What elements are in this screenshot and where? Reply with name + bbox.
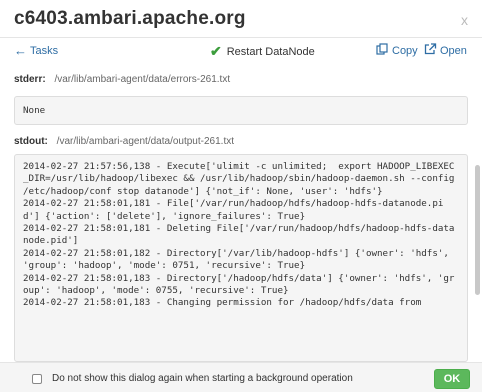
- stderr-path: /var/lib/ambari-agent/data/errors-261.tx…: [54, 74, 231, 85]
- arrow-left-icon: ←: [14, 43, 27, 58]
- header-divider: [0, 37, 482, 38]
- dialog-footer: Do not show this dialog again when start…: [0, 362, 482, 392]
- stdout-header: stdout: /var/lib/ambari-agent/data/outpu…: [14, 136, 234, 147]
- stdout-label: stdout:: [14, 136, 48, 147]
- copy-button[interactable]: Copy: [376, 43, 418, 58]
- ok-button[interactable]: OK: [434, 369, 470, 389]
- task-log-dialog: c6403.ambari.apache.org x ← Tasks ✔ Rest…: [0, 0, 482, 392]
- stderr-output: None: [14, 96, 468, 125]
- back-to-tasks-link[interactable]: ← Tasks: [14, 43, 58, 58]
- scrollbar[interactable]: [475, 165, 480, 295]
- stderr-label: stderr:: [14, 74, 46, 85]
- open-label: Open: [440, 44, 467, 57]
- external-link-icon: [424, 43, 437, 58]
- task-name: Restart DataNode: [226, 45, 315, 58]
- copy-label: Copy: [392, 44, 418, 57]
- back-to-tasks-label: Tasks: [30, 44, 59, 57]
- stderr-header: stderr: /var/lib/ambari-agent/data/error…: [14, 74, 230, 85]
- stdout-path: /var/lib/ambari-agent/data/output-261.tx…: [56, 136, 234, 147]
- dont-show-again-checkbox[interactable]: [32, 373, 42, 384]
- close-icon[interactable]: x: [461, 12, 468, 28]
- task-toolbar: ← Tasks ✔ Restart DataNode Copy Open: [14, 43, 468, 61]
- dont-show-again-label: Do not show this dialog again when start…: [52, 373, 353, 384]
- dialog-header: c6403.ambari.apache.org x: [14, 8, 472, 34]
- stdout-output: 2014-02-27 21:57:56,138 - Execute['ulimi…: [14, 154, 468, 362]
- check-icon: ✔: [210, 43, 222, 59]
- copy-icon: [376, 43, 389, 58]
- dialog-title: c6403.ambari.apache.org: [14, 8, 246, 29]
- dont-show-again-option[interactable]: Do not show this dialog again when start…: [32, 373, 353, 384]
- open-button[interactable]: Open: [424, 43, 467, 58]
- task-status: ✔ Restart DataNode: [210, 43, 315, 60]
